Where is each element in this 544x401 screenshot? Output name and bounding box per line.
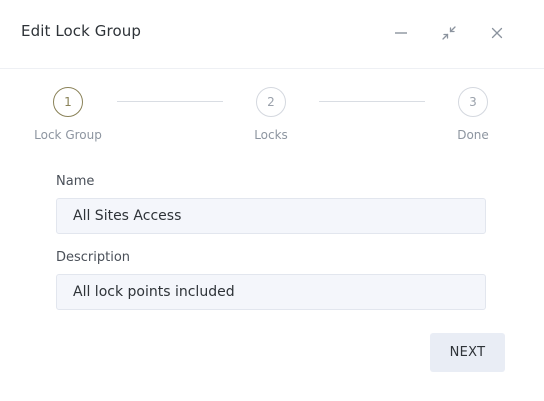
collapse-button[interactable] — [438, 22, 460, 44]
dialog-header: Edit Lock Group — [0, 0, 544, 69]
step-1-circle: 1 — [53, 87, 83, 117]
step-3-circle: 3 — [458, 87, 488, 117]
step-2-label: Locks — [254, 128, 288, 142]
step-connector — [117, 101, 223, 102]
step-3-label: Done — [457, 128, 489, 142]
name-field[interactable] — [56, 198, 486, 234]
step-connector — [319, 101, 425, 102]
description-field[interactable] — [56, 274, 486, 310]
step-1-label: Lock Group — [34, 128, 102, 142]
minimize-button[interactable] — [390, 22, 412, 44]
close-button[interactable] — [486, 22, 508, 44]
edit-lock-group-dialog: Edit Lock Group 1 2 3 Lock Group Locks D… — [0, 0, 544, 401]
next-button[interactable]: NEXT — [430, 333, 505, 372]
minimize-icon — [393, 25, 409, 41]
description-label: Description — [56, 250, 131, 265]
close-icon — [490, 26, 504, 40]
step-2-circle: 2 — [256, 87, 286, 117]
dialog-title: Edit Lock Group — [21, 22, 141, 40]
name-label: Name — [56, 174, 95, 189]
collapse-icon — [441, 25, 457, 41]
